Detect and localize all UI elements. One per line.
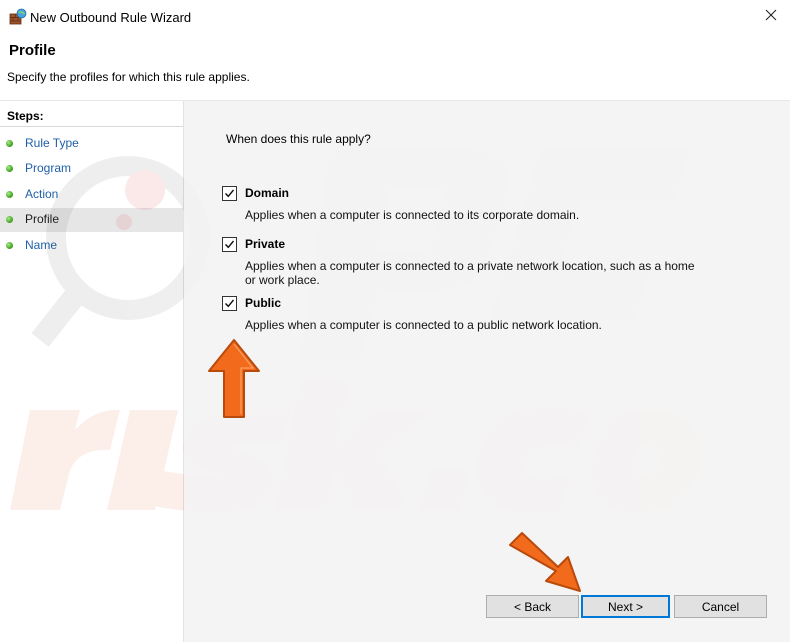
steps-panel: Steps: Rule Type Program Action Profile … [0,101,184,642]
step-label: Action [25,187,59,201]
step-label: Rule Type [25,136,79,150]
step-status-icon [6,191,13,198]
checkmark-icon [225,240,235,249]
step-label: Profile [25,212,60,226]
step-status-icon [6,242,13,249]
annotation-arrow-up-icon [208,339,260,418]
title-bar: New Outbound Rule Wizard [0,0,790,34]
step-profile[interactable]: Profile [0,208,183,232]
content-panel: When does this rule apply? Domain Applie… [184,101,790,642]
step-name[interactable]: Name [0,234,183,258]
public-checkbox[interactable] [222,296,237,311]
step-status-icon [6,140,13,147]
step-action[interactable]: Action [0,183,183,207]
step-rule-type[interactable]: Rule Type [0,132,183,156]
back-button[interactable]: < Back [486,595,579,618]
page-subtitle: Specify the profiles for which this rule… [7,70,250,84]
annotation-arrow-next-icon [509,532,581,592]
firewall-rule-icon [9,8,27,26]
domain-checkbox[interactable] [222,186,237,201]
close-button[interactable] [752,0,790,32]
step-status-icon [6,216,13,223]
public-description: Applies when a computer is connected to … [245,318,602,332]
steps-divider [0,126,183,127]
next-button[interactable]: Next > [581,595,670,618]
close-icon [765,9,777,24]
checkmark-icon [225,299,235,308]
window-title: New Outbound Rule Wizard [30,10,192,25]
step-label: Program [25,161,72,175]
page-title: Profile [9,42,56,59]
private-description: Applies when a computer is connected to … [245,259,695,287]
private-checkbox[interactable] [222,237,237,252]
wizard-header: Profile Specify the profiles for which t… [0,34,790,100]
step-status-icon [6,165,13,172]
domain-description: Applies when a computer is connected to … [245,208,580,222]
step-label: Name [25,238,58,252]
apply-question: When does this rule apply? [226,132,371,146]
checkmark-icon [225,189,235,198]
steps-label: Steps: [7,109,44,123]
step-program[interactable]: Program [0,157,183,181]
domain-label[interactable]: Domain [245,186,289,200]
private-label[interactable]: Private [245,237,285,251]
cancel-button[interactable]: Cancel [674,595,767,618]
public-label[interactable]: Public [245,296,281,310]
